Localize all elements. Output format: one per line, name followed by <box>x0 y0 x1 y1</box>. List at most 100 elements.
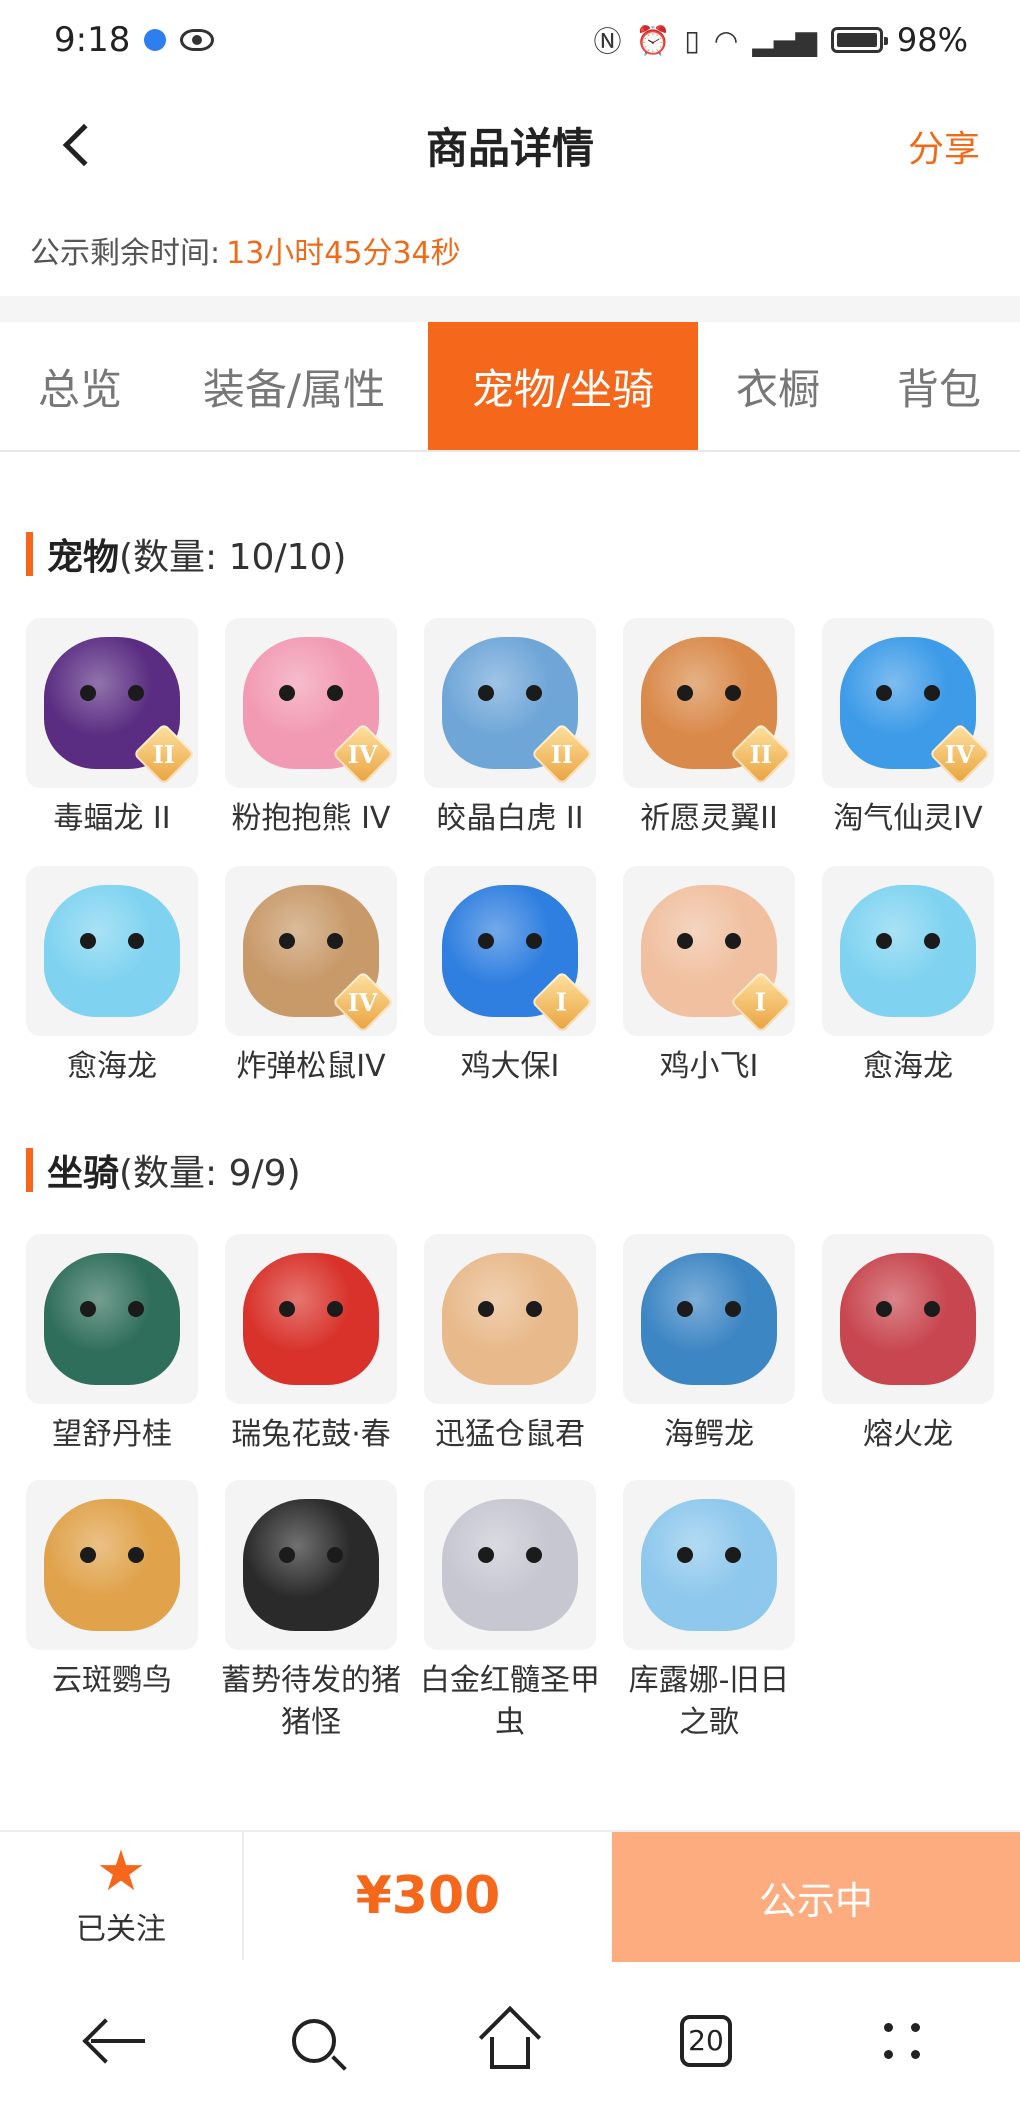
pet-name: 愈海龙 <box>67 1049 157 1084</box>
wifi-icon: ◠ <box>713 23 739 57</box>
mount-name: 瑞兔花鼓·春 <box>231 1417 391 1452</box>
tab-bar: 总览 装备/属性 宠物/坐骑 衣橱 背包 <box>0 322 1020 452</box>
mount-name: 库露娜-旧日之歌 <box>628 1663 790 1740</box>
mount-item[interactable]: 熔火龙 <box>822 1234 994 1456</box>
pets-section-title: 宠物 (数量: 10/10) <box>26 528 346 580</box>
nav-search-button[interactable] <box>269 1996 359 2086</box>
pet-thumbnail: I <box>424 866 596 1036</box>
battery-percent: 98% <box>896 21 968 59</box>
mount-item[interactable]: 蓄势待发的猪猪怪 <box>221 1480 401 1744</box>
tab-pets-mounts[interactable]: 宠物/坐骑 <box>428 322 698 450</box>
tab-equipment[interactable]: 装备/属性 <box>160 322 428 450</box>
pet-name: 炸弹松鼠IV <box>236 1049 386 1084</box>
more-dots-icon <box>880 2019 924 2063</box>
mount-thumbnail <box>26 1234 198 1404</box>
tab-wardrobe[interactable]: 衣橱 <box>698 322 858 450</box>
pet-item[interactable]: IV 淘气仙灵IV <box>822 618 994 840</box>
mount-image <box>840 1253 976 1385</box>
divider <box>0 296 1020 322</box>
mounts-count: (数量: 9/9) <box>119 1153 301 1194</box>
back-button[interactable] <box>48 112 108 178</box>
pet-image <box>840 885 976 1017</box>
pet-name: 粉抱抱熊 IV <box>231 801 391 836</box>
pet-name: 毒蝠龙 II <box>53 801 171 836</box>
pet-item[interactable]: IV 粉抱抱熊 IV <box>225 618 397 840</box>
pets-title: 宠物 <box>47 537 120 578</box>
mount-thumbnail <box>623 1480 795 1650</box>
vibrate-icon: ▯ <box>684 23 700 57</box>
pet-item[interactable]: II 毒蝠龙 II <box>26 618 198 840</box>
mount-thumbnail <box>623 1234 795 1404</box>
mounts-title: 坐骑 <box>47 1153 120 1194</box>
pet-thumbnail: I <box>623 866 795 1036</box>
pet-item[interactable]: 愈海龙 <box>26 866 198 1088</box>
battery-icon <box>830 27 888 53</box>
pet-name: 淘气仙灵IV <box>833 801 983 836</box>
price: ¥300 <box>355 1866 501 1926</box>
mount-image <box>641 1499 777 1631</box>
mount-image <box>641 1253 777 1385</box>
mount-thumbnail <box>225 1234 397 1404</box>
nav-back-button[interactable] <box>73 1996 163 2086</box>
mount-item[interactable]: 云斑鹦鸟 <box>26 1480 198 1744</box>
nav-menu-button[interactable] <box>857 1996 947 2086</box>
browser-nav-bar: 20 <box>0 1962 1020 2119</box>
app-header: 商品详情 分享 <box>0 90 1020 200</box>
mount-thumbnail <box>424 1480 596 1650</box>
search-icon <box>292 2018 336 2063</box>
mount-thumbnail <box>822 1234 994 1404</box>
nfc-icon: Ⓝ <box>593 25 622 58</box>
page-title: 商品详情 <box>425 123 594 173</box>
pet-thumbnail: IV <box>225 866 397 1036</box>
mount-item[interactable]: 白金红髓圣甲虫 <box>420 1480 600 1744</box>
pet-name: 祈愿灵翼II <box>640 801 778 836</box>
pet-image <box>44 885 180 1017</box>
mount-thumbnail <box>424 1234 596 1404</box>
alarm-icon: ⏰ <box>635 23 671 57</box>
status-time: 9:18 <box>54 20 131 60</box>
mount-name: 蓄势待发的猪猪怪 <box>221 1663 401 1740</box>
mount-item[interactable]: 望舒丹桂 <box>26 1234 198 1456</box>
mount-image <box>44 1253 180 1385</box>
follow-button[interactable]: ★ 已关注 <box>0 1832 244 1960</box>
mount-image <box>442 1253 578 1385</box>
mount-item[interactable]: 瑞兔花鼓·春 <box>225 1234 397 1456</box>
notice-label: 公示剩余时间: <box>30 236 221 271</box>
pet-item[interactable]: IV 炸弹松鼠IV <box>225 866 397 1088</box>
pet-thumbnail <box>822 866 994 1036</box>
share-button[interactable]: 分享 <box>908 120 980 172</box>
pet-thumbnail: II <box>424 618 596 788</box>
pet-item[interactable]: II 皎晶白虎 II <box>424 618 596 840</box>
mount-thumbnail <box>225 1480 397 1650</box>
mount-name: 白金红髓圣甲虫 <box>420 1663 600 1740</box>
arrow-left-icon <box>91 2038 145 2043</box>
tab-overview[interactable]: 总览 <box>0 322 160 450</box>
nav-tabs-button[interactable]: 20 <box>661 1996 751 2086</box>
pet-item[interactable]: I 鸡大保I <box>424 866 596 1088</box>
mount-name: 海鳄龙 <box>664 1417 754 1452</box>
mount-name: 云斑鹦鸟 <box>52 1663 172 1698</box>
status-left: 9:18 <box>54 20 215 60</box>
tabs-count-icon: 20 <box>680 2014 732 2067</box>
mount-item[interactable]: 海鳄龙 <box>623 1234 795 1456</box>
follow-label: 已关注 <box>76 1912 166 1947</box>
pet-item[interactable]: II 祈愿灵翼II <box>623 618 795 840</box>
signal-icon: ▂▄▆ <box>752 23 817 57</box>
pet-item[interactable]: 愈海龙 <box>822 866 994 1088</box>
pet-thumbnail: II <box>26 618 198 788</box>
pet-thumbnail <box>26 866 198 1036</box>
app-notification-icon <box>144 29 167 51</box>
publicity-status-button[interactable]: 公示中 <box>612 1832 1020 1962</box>
chevron-left-icon <box>62 123 106 167</box>
pet-item[interactable]: I 鸡小飞I <box>623 866 795 1088</box>
mount-item[interactable]: 迅猛仓鼠君 <box>424 1234 596 1456</box>
pets-count: (数量: 10/10) <box>119 537 347 578</box>
tab-backpack[interactable]: 背包 <box>858 322 1020 450</box>
mount-item[interactable]: 库露娜-旧日之歌 <box>623 1480 795 1744</box>
mount-name: 熔火龙 <box>863 1417 953 1452</box>
mount-image <box>243 1499 379 1631</box>
nav-home-button[interactable] <box>465 1996 555 2086</box>
mount-image <box>442 1499 578 1631</box>
mount-image <box>44 1499 180 1631</box>
pet-name: 愈海龙 <box>863 1049 953 1084</box>
